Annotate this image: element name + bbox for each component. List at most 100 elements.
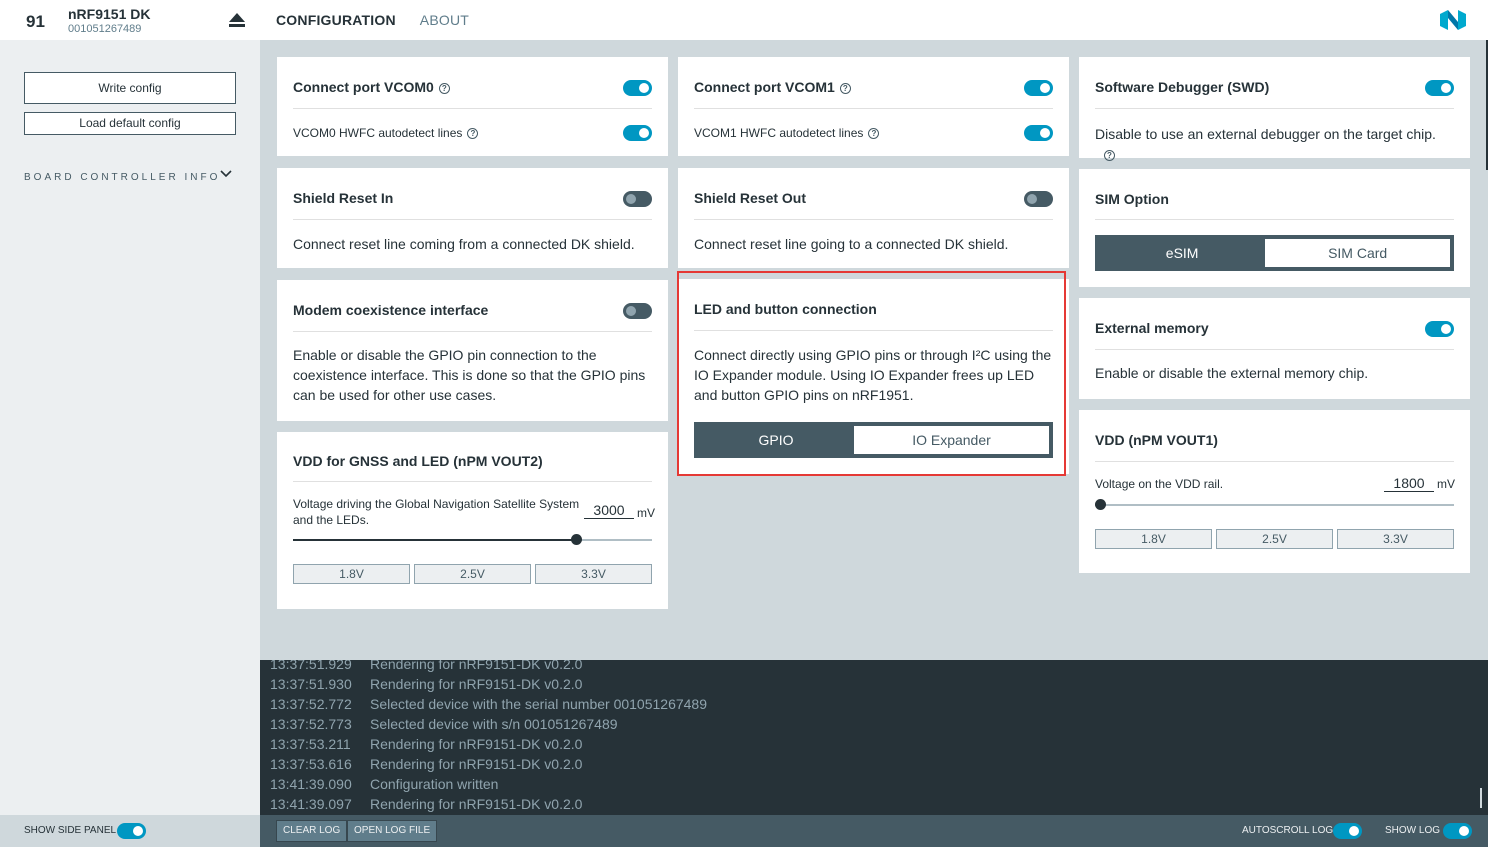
preset-1v8-button[interactable]: 1.8V [293, 564, 410, 584]
vdd-slider[interactable] [1095, 499, 1454, 510]
vdd-gnss-unit: mV [637, 506, 655, 520]
card-title: Modem coexistence interface [293, 302, 489, 318]
side-panel-footer: SHOW SIDE PANEL [0, 815, 260, 847]
device-serial: 001051267489 [68, 23, 142, 35]
sim-selector: eSIM SIM Card [1095, 235, 1454, 271]
help-icon[interactable]: ? [868, 128, 880, 139]
io-expander-option[interactable]: IO Expander [854, 426, 1049, 454]
help-icon[interactable]: ? [467, 128, 479, 139]
log-timestamp: 13:37:51.930 [270, 676, 352, 692]
show-side-panel-toggle[interactable] [117, 823, 146, 839]
load-default-config-button[interactable]: Load default config [24, 112, 236, 135]
led-button-description: Connect directly using GPIO pins or thro… [694, 347, 1052, 403]
log-entry: 13:37:52.772 Selected device with the ser… [270, 696, 707, 712]
app-window: 91 nRF9151 DK 001051267489 CONFIGURATION… [0, 0, 1488, 847]
log-timestamp: 13:37:51.929 [270, 660, 352, 672]
card-vdd-gnss: VDD for GNSS and LED (nPM VOUT2) Voltage… [277, 432, 668, 609]
preset-3v3-button[interactable]: 3.3V [535, 564, 652, 584]
tab-about[interactable]: ABOUT [420, 12, 469, 28]
vdd-slider-thumb[interactable] [1095, 499, 1106, 510]
vdd-gnss-slider[interactable] [293, 534, 652, 545]
log-entry: 13:37:51.929 Rendering for nRF9151-DK v0.… [270, 660, 582, 672]
help-icon[interactable]: ? [1104, 150, 1115, 161]
preset-1v8-button[interactable]: 1.8V [1095, 529, 1212, 549]
board-controller-info-label: BOARD CONTROLLER INFO [24, 172, 221, 183]
log-scrollbar[interactable] [1480, 788, 1482, 808]
vdd-input[interactable]: 1800 [1384, 475, 1434, 492]
tab-configuration[interactable]: CONFIGURATION [276, 12, 396, 28]
eject-icon[interactable] [229, 13, 245, 27]
autoscroll-log-toggle[interactable] [1333, 823, 1362, 839]
vcom1-hwfc-label: VCOM1 HWFC autodetect lines [694, 126, 864, 140]
log-timestamp: 13:37:52.773 [270, 716, 352, 732]
preset-3v3-button[interactable]: 3.3V [1337, 529, 1454, 549]
card-title: VDD (nPM VOUT1) [1095, 432, 1218, 448]
card-title: Shield Reset In [293, 190, 394, 206]
log-timestamp: 13:37:52.772 [270, 696, 352, 712]
preset-2v5-button[interactable]: 2.5V [1216, 529, 1333, 549]
log-message: Selected device with the serial number 0… [370, 696, 708, 712]
vdd-unit: mV [1437, 477, 1455, 491]
card-title: LED and button connection [694, 301, 877, 317]
vdd-gnss-slider-thumb[interactable] [571, 534, 583, 545]
led-connection-selector: GPIO IO Expander [694, 422, 1053, 458]
card-title: VDD for GNSS and LED (nPM VOUT2) [293, 453, 543, 469]
vcom0-toggle[interactable] [623, 80, 652, 96]
shield-reset-in-description: Connect reset line coming from a connect… [293, 236, 635, 252]
log-message: Rendering for nRF9151-DK v0.2.0 [370, 660, 583, 672]
help-icon[interactable]: ? [438, 83, 450, 94]
shield-reset-in-toggle[interactable] [623, 191, 652, 207]
open-log-file-button[interactable]: OPEN LOG FILE [347, 820, 438, 842]
log-entry: 13:41:39.097 Rendering for nRF9151-DK v0.… [270, 796, 582, 812]
external-memory-toggle[interactable] [1425, 321, 1454, 337]
card-title: External memory [1095, 320, 1209, 336]
card-vcom0: Connect port VCOM0? VCOM0 HWFC autodetec… [277, 57, 668, 156]
vcom1-hwfc-toggle[interactable] [1024, 125, 1053, 141]
help-icon[interactable]: ? [839, 83, 851, 94]
card-modem-coexistence: Modem coexistence interface Enable or di… [277, 280, 668, 421]
modem-coexistence-toggle[interactable] [623, 303, 652, 319]
log-timestamp: 13:37:53.616 [270, 756, 352, 772]
log-entry: 13:37:53.211 Rendering for nRF9151-DK v0.… [270, 736, 582, 752]
show-log-toggle[interactable] [1443, 823, 1472, 839]
vcom0-hwfc-label: VCOM0 HWFC autodetect lines [293, 126, 463, 140]
device-selector[interactable]: 91 nRF9151 DK 001051267489 [0, 0, 260, 40]
sim-card-option[interactable]: SIM Card [1265, 239, 1450, 267]
log-message: Rendering for nRF9151-DK v0.2.0 [370, 736, 583, 752]
log-footer: CLEAR LOG OPEN LOG FILE AUTOSCROLL LOG S… [260, 815, 1488, 847]
vcom1-toggle[interactable] [1024, 80, 1053, 96]
card-sim-option: SIM Option eSIM SIM Card [1079, 169, 1470, 287]
autoscroll-log-label: AUTOSCROLL LOG [1242, 825, 1334, 836]
card-shield-reset-out: Shield Reset Out Connect reset line goin… [678, 168, 1069, 268]
log-entry: 13:37:53.616 Rendering for nRF9151-DK v0.… [270, 756, 582, 772]
modem-coexistence-description: Enable or disable the GPIO pin connectio… [293, 347, 646, 403]
show-side-panel-label: SHOW SIDE PANEL [24, 825, 117, 836]
vdd-gnss-presets: 1.8V 2.5V 3.3V [293, 564, 652, 584]
card-title: Connect port VCOM0? [293, 79, 450, 95]
shield-reset-out-description: Connect reset line going to a connected … [694, 236, 1009, 252]
clear-log-button[interactable]: CLEAR LOG [276, 820, 348, 842]
card-vdd: VDD (nPM VOUT1) Voltage on the VDD rail.… [1079, 410, 1470, 573]
log-message: Rendering for nRF9151-DK v0.2.0 [370, 756, 583, 772]
vcom0-hwfc-toggle[interactable] [623, 125, 652, 141]
vdd-gnss-input[interactable]: 3000 [584, 502, 634, 519]
vdd-gnss-slider-fill [293, 539, 581, 541]
nrf91-series-logo: 91 [26, 12, 45, 31]
card-title: SIM Option [1095, 191, 1169, 207]
gpio-option[interactable]: GPIO [698, 426, 854, 454]
log-message: Rendering for nRF9151-DK v0.2.0 [370, 676, 583, 692]
vdd-label: Voltage on the VDD rail. [1095, 477, 1224, 491]
card-swd: Software Debugger (SWD) Disable to use a… [1079, 57, 1470, 161]
shield-reset-out-toggle[interactable] [1024, 191, 1053, 207]
write-config-button[interactable]: Write config [24, 72, 236, 104]
card-title: Shield Reset Out [694, 190, 807, 206]
log-entry: 13:41:39.090 Configuration written [270, 776, 498, 792]
swd-toggle[interactable] [1425, 80, 1454, 96]
board-controller-info-toggle[interactable]: BOARD CONTROLLER INFO [24, 167, 236, 183]
side-panel: Write config Load default config BOARD C… [0, 40, 260, 815]
esim-option[interactable]: eSIM [1099, 239, 1265, 267]
top-bar: 91 nRF9151 DK 001051267489 CONFIGURATION… [0, 0, 1488, 40]
vdd-gnss-label: Voltage driving the Global Navigation Sa… [293, 497, 580, 527]
log-message: Rendering for nRF9151-DK v0.2.0 [370, 796, 583, 812]
preset-2v5-button[interactable]: 2.5V [414, 564, 531, 584]
